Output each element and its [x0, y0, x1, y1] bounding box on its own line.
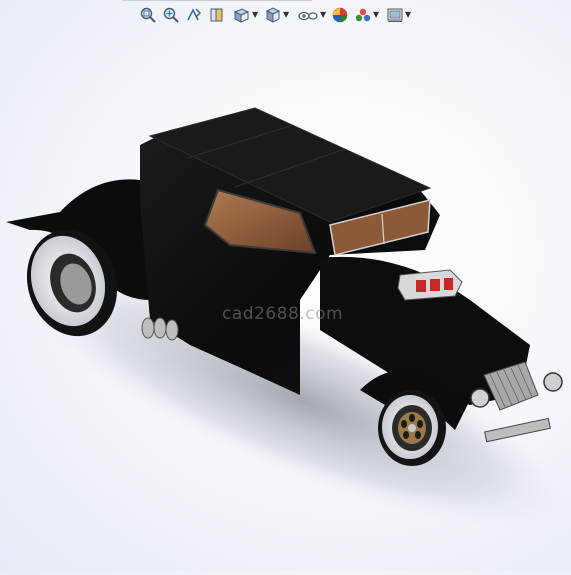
edit-appearance-button[interactable]	[331, 5, 349, 25]
heads-up-view-toolbar: ▼ ▼ ▼ ▼ ▼	[0, 0, 571, 30]
hide-show-icon	[298, 11, 318, 21]
front-wheel	[378, 390, 446, 466]
zoom-fit-icon	[140, 7, 156, 23]
chevron-down-icon: ▼	[320, 10, 327, 19]
zoom-to-area-button[interactable]	[162, 5, 180, 25]
chevron-down-icon: ▼	[373, 10, 380, 19]
section-view-icon	[210, 8, 223, 22]
apply-scene-button[interactable]: ▼	[354, 5, 379, 25]
previous-view-icon	[187, 8, 201, 21]
hide-show-items-button[interactable]: ▼	[297, 5, 326, 25]
chevron-down-icon: ▼	[405, 10, 412, 19]
headlight-left	[470, 388, 490, 408]
chevron-down-icon: ▼	[283, 10, 290, 19]
watermark-text: cad2688.com	[222, 304, 344, 324]
display-style-icon	[265, 7, 281, 23]
view-orientation-icon	[233, 8, 250, 23]
chevron-down-icon: ▼	[252, 10, 259, 19]
edit-appearance-icon	[332, 7, 348, 23]
view-orientation-button[interactable]: ▼	[231, 5, 258, 25]
graphics-viewport[interactable]: cad2688.com	[0, 30, 571, 571]
zoom-area-icon	[163, 7, 179, 23]
headlight-right	[543, 372, 563, 392]
toolbar-divider	[122, 0, 312, 1]
zoom-to-fit-button[interactable]	[139, 5, 157, 25]
hood-scoop	[397, 269, 463, 301]
side-exhaust	[141, 317, 179, 341]
view-settings-button[interactable]: ▼	[386, 5, 411, 25]
view-settings-icon	[387, 8, 403, 22]
previous-view-button[interactable]	[185, 5, 203, 25]
section-view-button[interactable]	[208, 5, 226, 25]
apply-scene-icon	[355, 8, 371, 22]
hot-rod-car-model[interactable]	[0, 30, 571, 571]
display-style-button[interactable]: ▼	[264, 5, 289, 25]
